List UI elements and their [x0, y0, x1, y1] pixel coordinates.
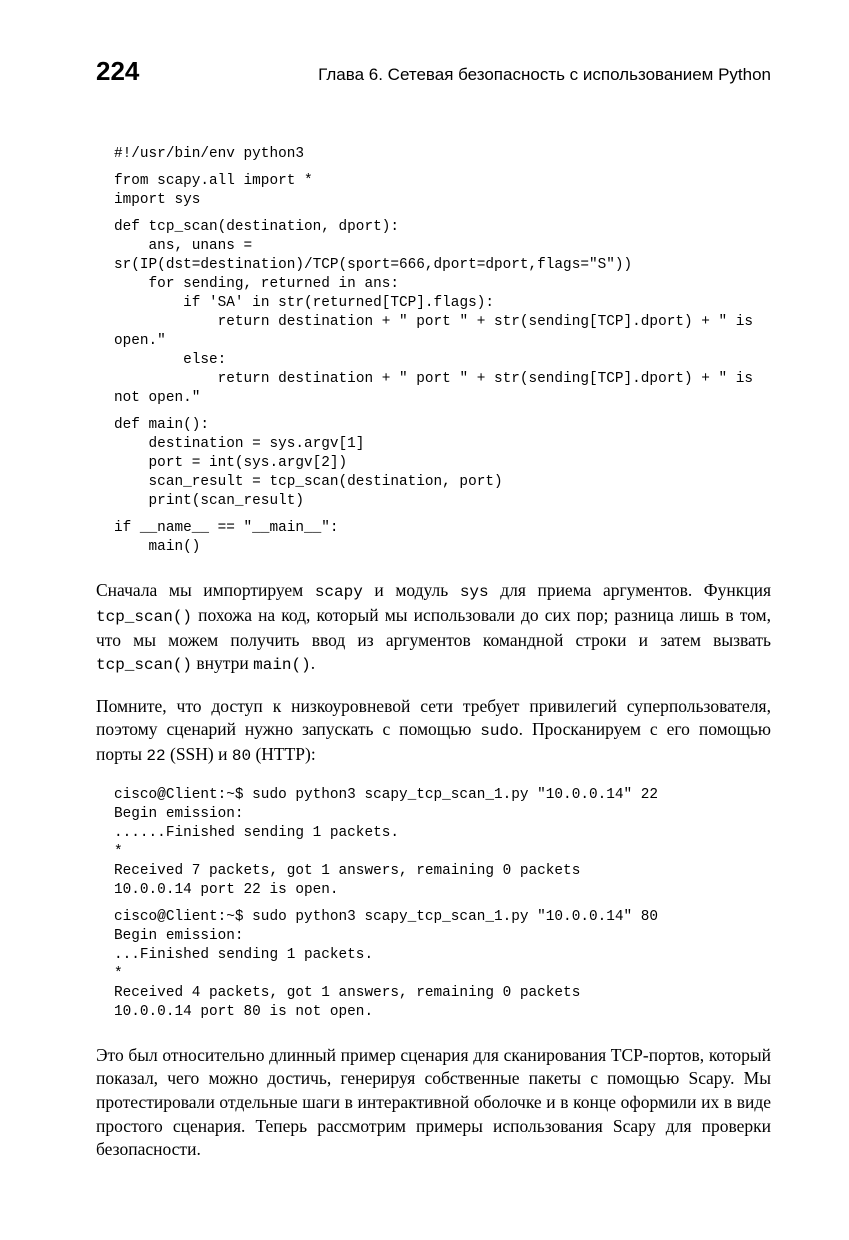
code-line: Received 4 packets, got 1 answers, remai…: [114, 985, 580, 1001]
inline-code: 80: [232, 747, 251, 765]
code-line: 10.0.0.14 port 80 is not open.: [114, 1004, 373, 1020]
paragraph-1: Сначала мы импортируем scapy и модуль sy…: [96, 579, 771, 676]
chapter-title: Глава 6. Сетевая безопасность с использо…: [318, 65, 771, 85]
code-line: destination = sys.argv[1]: [114, 436, 364, 452]
text: внутри: [192, 653, 253, 673]
text: (HTTP):: [251, 744, 316, 764]
code-line: Begin emission:: [114, 806, 244, 822]
code-line: print(scan_result): [114, 493, 304, 509]
inline-code: 22: [146, 747, 165, 765]
code-line: return destination + " port " + str(send…: [114, 314, 762, 349]
code-line: *: [114, 966, 123, 982]
text: для приема аргументов. Функция: [489, 580, 771, 600]
text: Это был относительно длинный пример сцен…: [96, 1045, 771, 1160]
page-header: 224 Глава 6. Сетевая безопасность с испо…: [96, 56, 771, 87]
text: и модуль: [363, 580, 460, 600]
code-line: import sys: [114, 192, 200, 208]
code-line: from scapy.all import *: [114, 173, 313, 189]
code-line: ans, unans = sr(IP(dst=destination)/TCP(…: [114, 238, 632, 273]
text: Сначала мы импортируем: [96, 580, 315, 600]
code-line: Begin emission:: [114, 928, 244, 944]
code-line: cisco@Client:~$ sudo python3 scapy_tcp_s…: [114, 787, 658, 803]
inline-code: scapy: [315, 583, 363, 601]
code-line: scan_result = tcp_scan(destination, port…: [114, 474, 503, 490]
text: похожа на код, который мы использовали д…: [96, 605, 771, 650]
code-line: ......Finished sending 1 packets.: [114, 825, 399, 841]
code-block-1: #!/usr/bin/env python3 from scapy.all im…: [114, 145, 771, 557]
inline-code: sys: [460, 583, 489, 601]
inline-code: tcp_scan(): [96, 656, 192, 674]
code-line: 10.0.0.14 port 22 is open.: [114, 882, 339, 898]
code-line: cisco@Client:~$ sudo python3 scapy_tcp_s…: [114, 909, 658, 925]
code-line: for sending, returned in ans:: [114, 276, 399, 292]
inline-code: tcp_scan(): [96, 608, 192, 626]
code-line: *: [114, 844, 123, 860]
code-line: ...Finished sending 1 packets.: [114, 947, 373, 963]
code-line: def main():: [114, 417, 209, 433]
code-line: if 'SA' in str(returned[TCP].flags):: [114, 295, 494, 311]
code-line: main(): [114, 539, 200, 555]
code-line: #!/usr/bin/env python3: [114, 146, 304, 162]
code-line: def tcp_scan(destination, dport):: [114, 219, 399, 235]
page: 224 Глава 6. Сетевая безопасность с испо…: [0, 0, 849, 1240]
code-line: port = int(sys.argv[2]): [114, 455, 347, 471]
text: .: [311, 653, 315, 673]
inline-code: sudo: [480, 722, 518, 740]
code-line: if __name__ == "__main__":: [114, 520, 339, 536]
paragraph-2: Помните, что доступ к низкоуровневой сет…: [96, 695, 771, 768]
text: (SSH) и: [166, 744, 232, 764]
inline-code: main(): [253, 656, 311, 674]
code-line: Received 7 packets, got 1 answers, remai…: [114, 863, 580, 879]
code-line: else:: [114, 352, 226, 368]
paragraph-3: Это был относительно длинный пример сцен…: [96, 1044, 771, 1162]
page-number: 224: [96, 56, 139, 87]
code-line: return destination + " port " + str(send…: [114, 371, 762, 406]
code-block-2: cisco@Client:~$ sudo python3 scapy_tcp_s…: [114, 786, 771, 1022]
